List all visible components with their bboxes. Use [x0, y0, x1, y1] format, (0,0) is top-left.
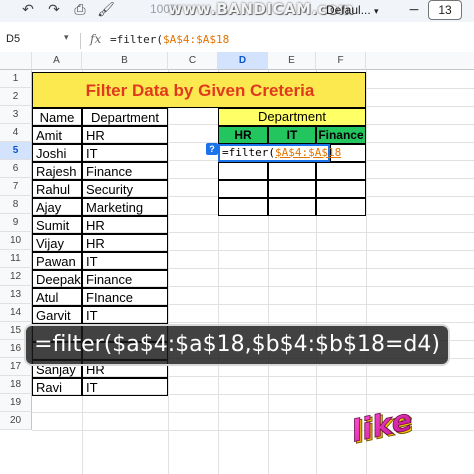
active-cell-editor[interactable]: =filter($A$4:$A$18: [218, 144, 341, 162]
column-header-a[interactable]: A: [32, 52, 82, 70]
name-box[interactable]: D5: [6, 33, 20, 45]
svg-text:like: like: [352, 403, 412, 450]
print-icon[interactable]: ⎙: [70, 1, 90, 19]
department-cell[interactable]: HR: [82, 126, 168, 144]
result-cell[interactable]: [268, 162, 316, 180]
column-header-c[interactable]: C: [168, 52, 218, 70]
undo-icon[interactable]: ↶: [18, 1, 38, 19]
result-cell[interactable]: [218, 180, 268, 198]
department-cell[interactable]: IT: [82, 306, 168, 324]
fx-icon: fx: [90, 32, 102, 46]
name-cell[interactable]: Ajay: [32, 198, 82, 216]
name-cell[interactable]: Pawan: [32, 252, 82, 270]
chevron-down-icon: ▾: [374, 6, 379, 16]
department-cell[interactable]: Finance: [82, 270, 168, 288]
department-cell[interactable]: Marketing: [82, 198, 168, 216]
criteria-header-cell[interactable]: Department: [218, 108, 366, 126]
result-cell[interactable]: [268, 180, 316, 198]
paint-format-icon[interactable]: 🖌: [96, 1, 116, 19]
name-cell[interactable]: Joshi: [32, 144, 82, 162]
row-header[interactable]: 13: [0, 286, 32, 304]
chevron-down-icon[interactable]: ▾: [64, 32, 69, 43]
row-header[interactable]: 1: [0, 70, 32, 88]
department-cell[interactable]: IT: [82, 378, 168, 396]
decrease-font-size-button[interactable]: −: [404, 1, 424, 19]
formula-range-ref: $A$4:$A$18: [162, 33, 230, 46]
criteria-finance-cell[interactable]: Finance: [316, 126, 366, 144]
row-header[interactable]: 3: [0, 106, 32, 124]
formula-bar: D5 ▾ fx =filter($A$4:$A$18: [0, 31, 474, 53]
row-header[interactable]: 10: [0, 232, 32, 250]
toolbar: ↶ ↷ ⎙ 🖌 100% www.BANDICAM.com Defaul... …: [0, 0, 474, 22]
department-cell[interactable]: FInance: [82, 288, 168, 306]
select-all-corner[interactable]: [0, 52, 32, 70]
active-cell-prefix: =filter(: [222, 146, 275, 159]
formula-input[interactable]: =filter($A$4:$A$18: [110, 33, 229, 46]
row-header[interactable]: 8: [0, 196, 32, 214]
font-select[interactable]: Defaul... ▾: [326, 1, 396, 19]
name-cell[interactable]: Deepak: [32, 270, 82, 288]
name-cell[interactable]: Rajesh: [32, 162, 82, 180]
result-cell[interactable]: [218, 162, 268, 180]
result-cell[interactable]: [316, 198, 366, 216]
row-header[interactable]: 20: [0, 412, 32, 430]
row-header[interactable]: 4: [0, 124, 32, 142]
name-cell[interactable]: Garvit: [32, 306, 82, 324]
result-cell[interactable]: [316, 180, 366, 198]
row-header[interactable]: 7: [0, 178, 32, 196]
name-cell[interactable]: Atul: [32, 288, 82, 306]
result-cell[interactable]: [268, 198, 316, 216]
like-sticker: like like: [352, 402, 412, 452]
criteria-it-cell[interactable]: IT: [268, 126, 316, 144]
column-header-f[interactable]: F: [316, 52, 366, 70]
formula-prefix: =filter(: [110, 33, 163, 46]
name-cell[interactable]: Ravi: [32, 378, 82, 396]
column-header-d[interactable]: D: [218, 52, 268, 70]
result-cell[interactable]: [316, 162, 366, 180]
department-cell[interactable]: IT: [82, 144, 168, 162]
font-select-label: Defaul...: [326, 3, 371, 17]
redo-icon[interactable]: ↷: [44, 1, 64, 19]
department-cell[interactable]: HR: [82, 234, 168, 252]
row-header[interactable]: 14: [0, 304, 32, 322]
divider: [80, 33, 81, 49]
column-header-blank: [366, 52, 474, 70]
font-size-input[interactable]: 13: [428, 0, 462, 20]
department-cell[interactable]: Security: [82, 180, 168, 198]
department-cell[interactable]: Finance: [82, 162, 168, 180]
grid-line: [168, 70, 169, 474]
row-header[interactable]: 11: [0, 250, 32, 268]
caption-banner: =filter($a$4:$a$18,$b$4:$b$18=d4): [24, 324, 450, 366]
name-cell[interactable]: Vijay: [32, 234, 82, 252]
name-cell[interactable]: Amit: [32, 126, 82, 144]
row-header[interactable]: 18: [0, 376, 32, 394]
title-cell[interactable]: Filter Data by Given Creteria: [32, 72, 366, 108]
row-header[interactable]: 9: [0, 214, 32, 232]
department-cell[interactable]: HR: [82, 216, 168, 234]
column-header-b[interactable]: B: [82, 52, 168, 70]
department-cell[interactable]: IT: [82, 252, 168, 270]
row-header[interactable]: 6: [0, 160, 32, 178]
row-header[interactable]: 2: [0, 88, 32, 106]
sheet-title: Filter Data by Given Creteria: [85, 81, 315, 100]
row-header[interactable]: 12: [0, 268, 32, 286]
result-cell[interactable]: [218, 198, 268, 216]
department-header-cell[interactable]: Department: [82, 108, 168, 126]
active-cell-range-ref: $A$4:$A$18: [274, 146, 342, 159]
help-icon[interactable]: ?: [206, 143, 218, 155]
row-header[interactable]: 5: [0, 142, 32, 160]
criteria-hr-cell[interactable]: HR: [218, 126, 268, 144]
row-header[interactable]: 19: [0, 394, 32, 412]
name-cell[interactable]: Sumit: [32, 216, 82, 234]
column-header-e[interactable]: E: [268, 52, 316, 70]
name-header-cell[interactable]: Name: [32, 108, 82, 126]
name-cell[interactable]: Rahul: [32, 180, 82, 198]
